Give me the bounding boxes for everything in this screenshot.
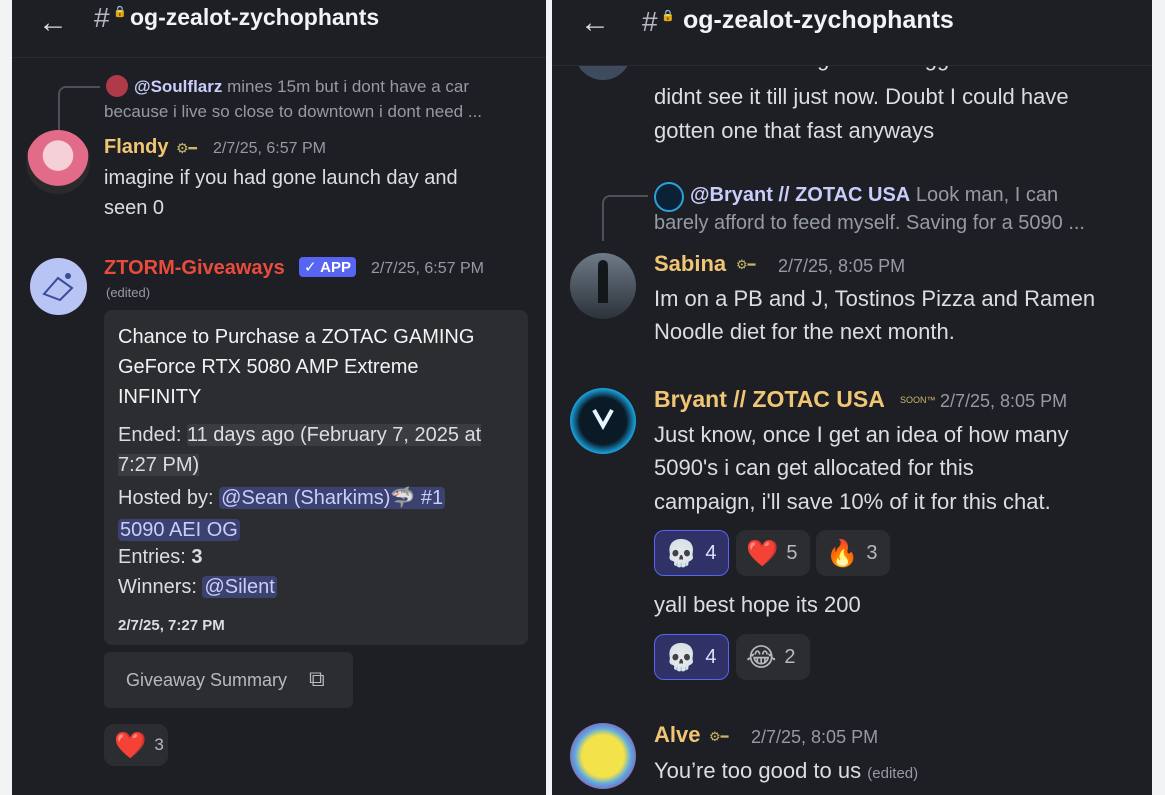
reaction-laugh[interactable]: 😂 2	[736, 634, 810, 680]
channel-title: og-zealot-zychophants	[130, 4, 380, 30]
ztorm-avatar[interactable]	[30, 258, 87, 315]
embed-hosted: Hosted by: @Sean (Sharkims)🦈 #1 5090 AEI…	[118, 487, 446, 541]
alve-avatar[interactable]	[570, 723, 636, 789]
reply-connector	[602, 195, 648, 241]
message-text: Im on a PB and J, Tostinos Pizza and Ram…	[654, 286, 1096, 311]
channel-header: ← # 🔒 og-zealot-zychophants	[552, 0, 1152, 66]
message-text: 5090's i can get allocated for this	[654, 455, 974, 480]
skull-icon: 💀	[665, 642, 698, 672]
reply-preview[interactable]: @Bryant // ZOTAC USA Look man, I can	[690, 184, 1150, 207]
author-name[interactable]: Alve	[654, 722, 700, 748]
skull-icon: 💀	[665, 538, 698, 568]
message-text: gotten one that fast anyways	[654, 118, 935, 143]
message-text: Just know, once I get an idea of how man…	[654, 422, 1069, 447]
timestamp: 2/7/25, 8:05 PM	[940, 391, 1068, 411]
locked-channel-icon: # 🔒	[94, 2, 128, 33]
message-text: Noodle diet for the next month.	[654, 319, 955, 344]
winner-mention[interactable]: @Silent	[202, 576, 277, 598]
right-chat-panel: wow. I'm following the newegg twitter an…	[552, 0, 1152, 795]
message-text: yall best hope its 200	[654, 592, 861, 617]
laughing-icon: 😂	[746, 642, 777, 672]
message-text: didnt see it till just now. Doubt I coul…	[654, 84, 1069, 109]
reaction-fire[interactable]: 🔥 3	[816, 530, 890, 576]
author-name[interactable]: Sabina	[654, 251, 726, 277]
message-text: seen 0	[104, 197, 165, 219]
embed-winners: Winners: @Silent	[118, 576, 277, 598]
reply-connector	[58, 86, 100, 130]
timestamp: 2/7/25, 6:57 PM	[213, 140, 326, 157]
message-text: imagine if you had gone launch day and	[104, 167, 458, 189]
heart-icon: ❤️	[746, 538, 779, 568]
reply-preview[interactable]: @Soulflarz mines 15m but i dont have a c…	[134, 77, 544, 97]
channel-header: ← # 🔒 og-zealot-zychophants	[12, 0, 546, 58]
soulflarz-avatar	[106, 75, 128, 97]
role-badge-icon: ⚙━	[736, 257, 756, 272]
fire-icon: 🔥	[826, 538, 859, 568]
heart-icon: ❤️	[114, 730, 147, 760]
role-badge: SOON™	[900, 395, 936, 405]
reaction-heart[interactable]: ❤️ 5	[736, 530, 810, 576]
host-mention-cont[interactable]: 5090 AEI OG	[118, 519, 240, 541]
author-name[interactable]: Flandy	[104, 136, 168, 159]
reply-preview-text: barely afford to feed myself. Saving for…	[654, 212, 1085, 234]
embed-footer-time: 2/7/25, 7:27 PM	[118, 617, 225, 634]
embed-title: Chance to Purchase a ZOTAC GAMING GeForc…	[118, 326, 475, 408]
channel-title: og-zealot-zychophants	[683, 6, 954, 34]
giveaway-summary-button[interactable]: Giveaway Summary ⧉	[104, 652, 353, 708]
message-text: You’re too good to us (edited)	[654, 758, 919, 783]
app-badge: ✓ APP	[299, 257, 357, 277]
timestamp: 2/7/25, 8:05 PM	[751, 727, 879, 747]
external-link-icon: ⧉	[309, 666, 325, 691]
flandy-avatar[interactable]	[26, 130, 90, 194]
embed-ended: Ended: 11 days ago (February 7, 2025 at …	[118, 424, 482, 476]
bryant-avatar[interactable]	[570, 388, 636, 454]
left-chat-panel: ← # 🔒 og-zealot-zychophants @Soulflarz m…	[12, 0, 546, 795]
timestamp: 2/7/25, 8:05 PM	[778, 256, 906, 276]
back-arrow-icon[interactable]: ←	[38, 6, 68, 40]
bryant-mini-avatar	[654, 182, 684, 212]
embed-entries: Entries: 3	[118, 546, 203, 568]
giveaway-embed: Chance to Purchase a ZOTAC GAMING GeForc…	[104, 310, 528, 645]
edited-label: (edited)	[106, 285, 151, 300]
author-name[interactable]: Bryant // ZOTAC USA	[654, 386, 885, 413]
author-name[interactable]: ZTORM-Giveaways	[104, 257, 285, 280]
reaction-skull[interactable]: 💀 4	[654, 530, 729, 576]
back-arrow-icon[interactable]: ←	[580, 6, 610, 40]
locked-channel-icon: # 🔒	[642, 6, 676, 37]
sabina-avatar[interactable]	[570, 253, 636, 319]
reply-preview-text: because i live so close to downtown i do…	[104, 102, 483, 121]
reaction-heart[interactable]: ❤️ 3	[104, 724, 168, 766]
role-badge-icon: ⚙━	[709, 729, 729, 744]
message-text: campaign, i'll save 10% of it for this c…	[654, 489, 1051, 514]
host-mention[interactable]: @Sean (Sharkims)🦈 #1	[219, 487, 446, 509]
role-badge-icon: ⚙━	[176, 140, 197, 156]
timestamp: 2/7/25, 6:57 PM	[371, 260, 484, 277]
reaction-skull[interactable]: 💀 4	[654, 634, 729, 680]
